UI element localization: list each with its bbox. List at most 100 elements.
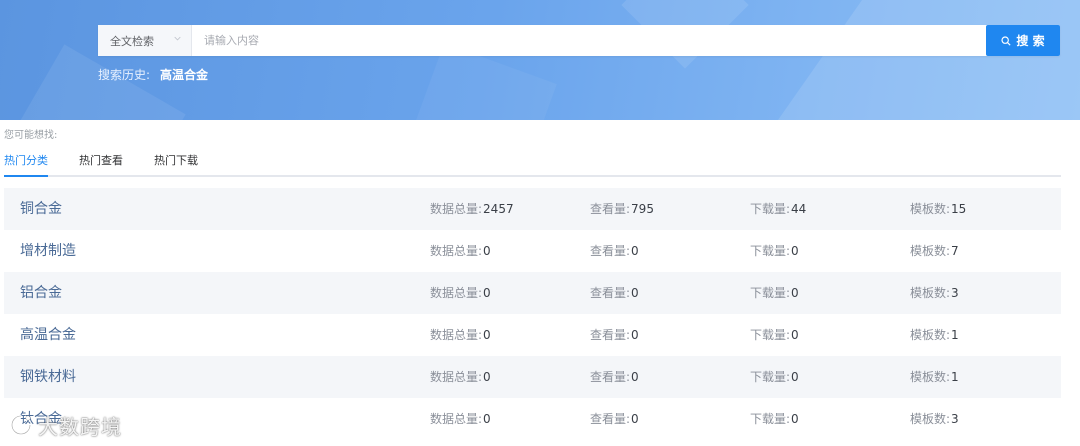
stat-value: 0: [791, 370, 799, 384]
list-item[interactable]: 铜合金 数据总量:2457 查看量:795 下载量:44 模板数:15: [4, 188, 1061, 230]
category-name[interactable]: 钢铁材料: [20, 356, 76, 398]
search-bar: 全文检索 搜 索: [98, 25, 1060, 56]
stat-total: 数据总量:0: [430, 356, 491, 398]
stat-templates: 模板数:15: [910, 188, 966, 230]
stat-downloads: 下载量:0: [750, 314, 799, 356]
tab-hot-downloads[interactable]: 热门下载: [154, 152, 198, 175]
stat-downloads: 下载量:44: [750, 188, 806, 230]
search-history-item[interactable]: 高温合金: [160, 66, 208, 83]
stat-views: 查看量:0: [590, 356, 639, 398]
stat-label: 数据总量:: [430, 412, 483, 426]
stat-label: 模板数:: [910, 202, 951, 216]
banner-decoration: [735, 0, 1080, 120]
search-button[interactable]: 搜 索: [986, 25, 1060, 56]
stat-label: 查看量:: [590, 328, 631, 342]
stat-templates: 模板数:1: [910, 314, 959, 356]
stat-total: 数据总量:0: [430, 230, 491, 272]
stat-label: 下载量:: [750, 286, 791, 300]
category-name[interactable]: 铜合金: [20, 188, 62, 230]
stat-value: 795: [631, 202, 654, 216]
watermark-logo-icon: [10, 414, 32, 436]
stat-label: 模板数:: [910, 286, 951, 300]
watermark: 大数跨境: [8, 410, 122, 440]
stat-total: 数据总量:0: [430, 272, 491, 314]
stat-value: 3: [951, 286, 959, 300]
stat-label: 查看量:: [590, 412, 631, 426]
stat-label: 数据总量:: [430, 202, 483, 216]
stat-value: 2457: [483, 202, 514, 216]
chevron-down-icon: [174, 36, 181, 41]
stat-views: 查看量:0: [590, 314, 639, 356]
list-item[interactable]: 高温合金 数据总量:0 查看量:0 下载量:0 模板数:1: [4, 314, 1061, 356]
stat-value: 44: [791, 202, 807, 216]
stat-value: 0: [631, 286, 639, 300]
stat-templates: 模板数:1: [910, 356, 959, 398]
tab-hot-views[interactable]: 热门查看: [79, 152, 123, 175]
search-icon: [1001, 35, 1011, 46]
tab-hot-categories[interactable]: 热门分类: [4, 152, 48, 177]
search-history: 搜索历史: 高温合金: [98, 66, 208, 82]
list-item[interactable]: 钢铁材料 数据总量:0 查看量:0 下载量:0 模板数:1: [4, 356, 1061, 398]
stat-templates: 模板数:3: [910, 272, 959, 314]
stat-value: 0: [631, 370, 639, 384]
stat-label: 下载量:: [750, 370, 791, 384]
search-scope-select[interactable]: 全文检索: [98, 25, 192, 56]
stat-value: 0: [631, 412, 639, 426]
search-button-label: 搜 索: [1016, 34, 1045, 48]
stat-label: 查看量:: [590, 202, 631, 216]
category-name[interactable]: 铝合金: [20, 272, 62, 314]
search-history-label: 搜索历史:: [98, 67, 151, 82]
stat-downloads: 下载量:0: [750, 272, 799, 314]
stat-total: 数据总量:2457: [430, 188, 514, 230]
stat-value: 0: [483, 286, 491, 300]
stat-label: 模板数:: [910, 370, 951, 384]
list-item[interactable]: 钛合金 数据总量:0 查看量:0 下载量:0 模板数:3: [4, 398, 1061, 440]
category-tabs: 热门分类 热门查看 热门下载: [4, 152, 1061, 177]
stat-value: 0: [483, 244, 491, 258]
stat-value: 15: [951, 202, 967, 216]
stat-label: 模板数:: [910, 328, 951, 342]
stat-downloads: 下载量:0: [750, 356, 799, 398]
stat-label: 数据总量:: [430, 328, 483, 342]
stat-total: 数据总量:0: [430, 314, 491, 356]
stat-value: 0: [791, 412, 799, 426]
stat-label: 模板数:: [910, 412, 951, 426]
stat-label: 模板数:: [910, 244, 951, 258]
stat-label: 数据总量:: [430, 370, 483, 384]
stat-label: 下载量:: [750, 244, 791, 258]
stat-value: 0: [791, 244, 799, 258]
stat-label: 查看量:: [590, 244, 631, 258]
list-item[interactable]: 铝合金 数据总量:0 查看量:0 下载量:0 模板数:3: [4, 272, 1061, 314]
stat-templates: 模板数:3: [910, 398, 959, 440]
stat-templates: 模板数:7: [910, 230, 959, 272]
watermark-text: 大数跨境: [38, 414, 122, 439]
stat-value: 3: [951, 412, 959, 426]
stat-label: 查看量:: [590, 286, 631, 300]
stat-value: 1: [951, 370, 959, 384]
suggestion-label: 您可能想找:: [4, 130, 58, 141]
list-item[interactable]: 增材制造 数据总量:0 查看量:0 下载量:0 模板数:7: [4, 230, 1061, 272]
stat-views: 查看量:0: [590, 398, 639, 440]
stat-label: 数据总量:: [430, 286, 483, 300]
category-name[interactable]: 增材制造: [20, 230, 76, 272]
search-input[interactable]: [192, 25, 986, 56]
stat-value: 1: [951, 328, 959, 342]
stat-label: 下载量:: [750, 412, 791, 426]
stat-label: 数据总量:: [430, 244, 483, 258]
category-name[interactable]: 高温合金: [20, 314, 76, 356]
stat-value: 0: [483, 412, 491, 426]
stat-downloads: 下载量:0: [750, 398, 799, 440]
stat-views: 查看量:0: [590, 272, 639, 314]
stat-label: 下载量:: [750, 328, 791, 342]
stat-value: 0: [791, 286, 799, 300]
stat-value: 7: [951, 244, 959, 258]
stat-value: 0: [631, 328, 639, 342]
search-banner: 全文检索 搜 索 搜索历史: 高温合金: [0, 0, 1080, 120]
stat-value: 0: [483, 370, 491, 384]
stat-label: 下载量:: [750, 202, 791, 216]
search-scope-value: 全文检索: [110, 34, 154, 48]
stat-views: 查看量:795: [590, 188, 654, 230]
stat-value: 0: [483, 328, 491, 342]
stat-views: 查看量:0: [590, 230, 639, 272]
stat-total: 数据总量:0: [430, 398, 491, 440]
